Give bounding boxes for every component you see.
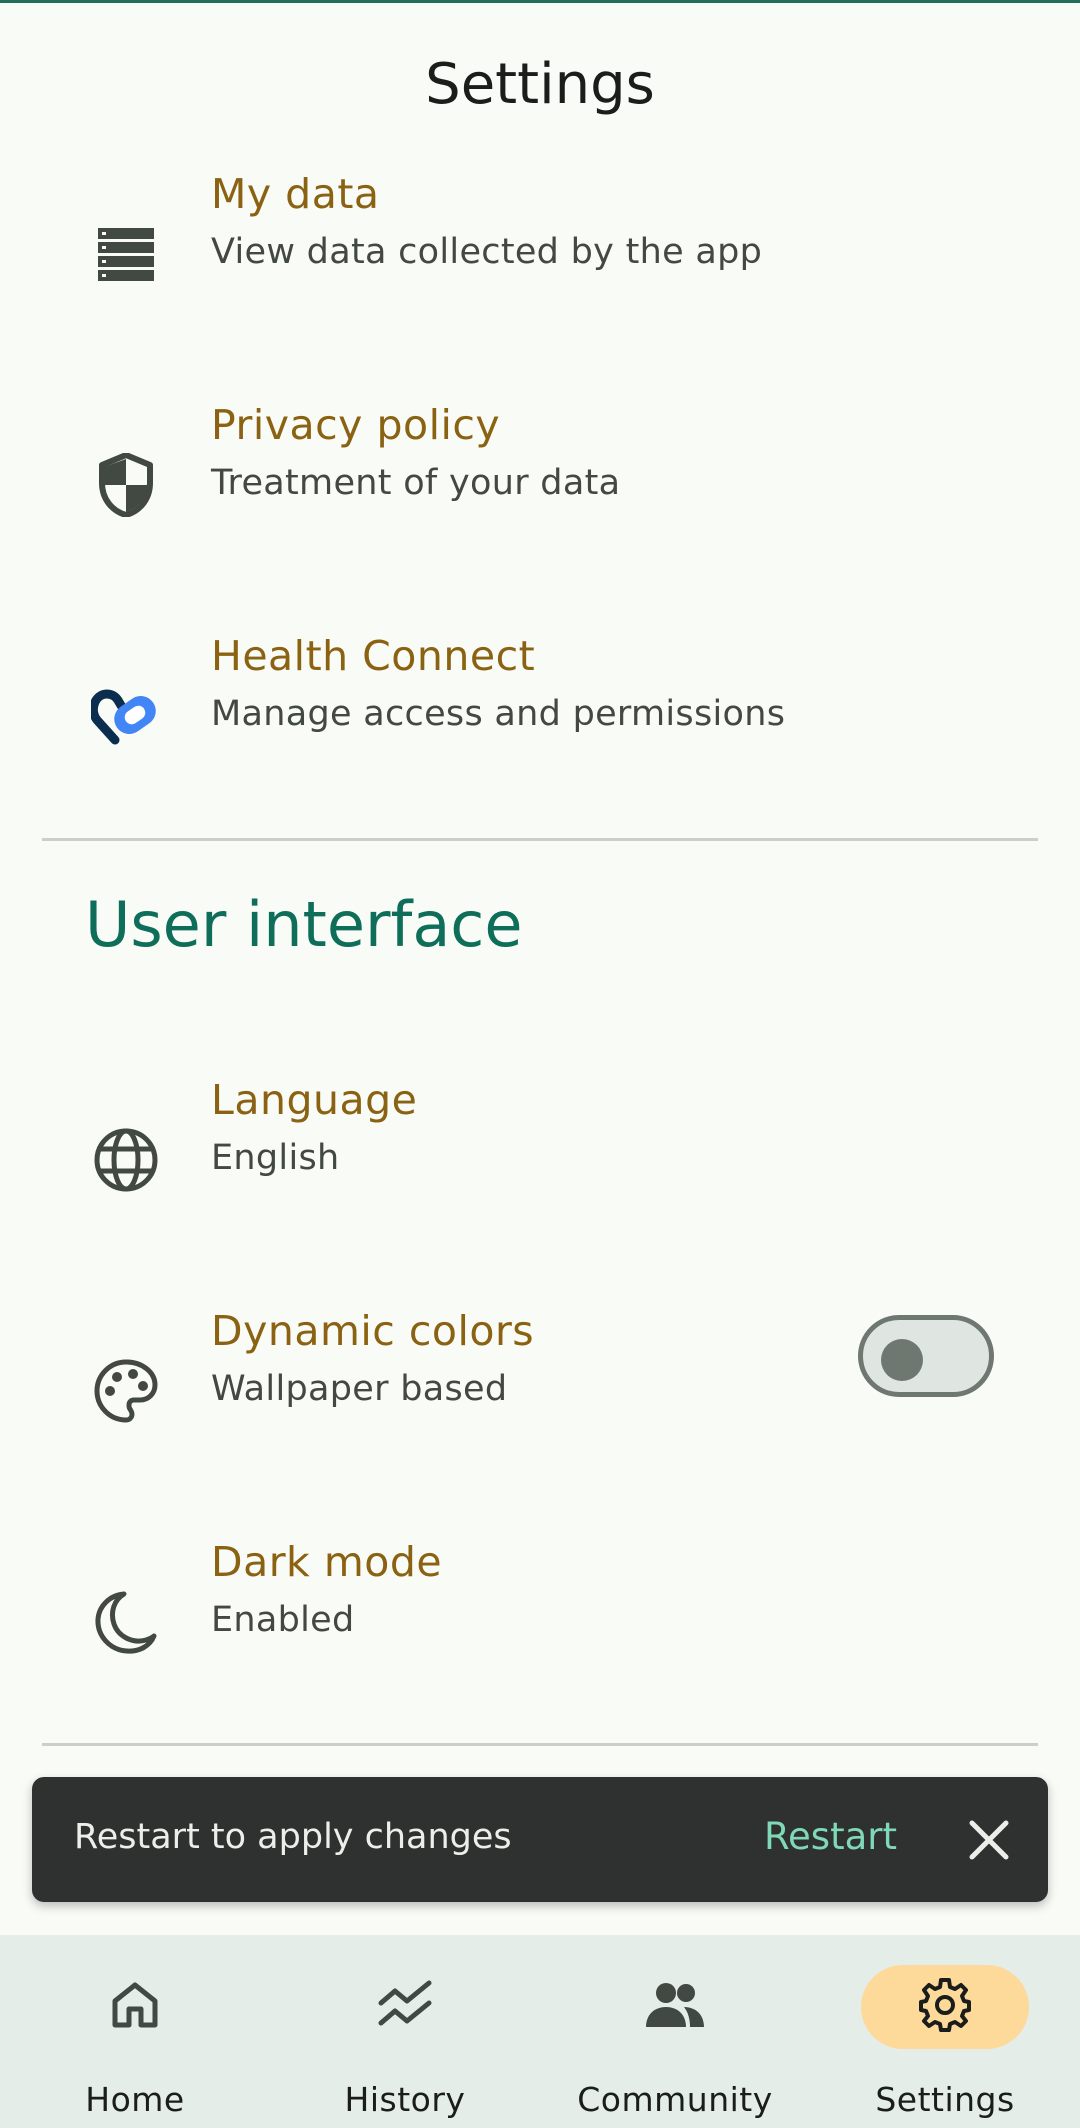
settings-item-label: Privacy policy <box>211 401 501 449</box>
home-icon <box>109 1979 161 2035</box>
storage-icon <box>90 218 162 290</box>
moon-icon <box>90 1586 162 1658</box>
settings-item-subtitle: Treatment of your data <box>211 463 621 503</box>
nav-indicator <box>321 1965 489 2049</box>
settings-item-label: Dark mode <box>211 1538 443 1586</box>
section-title-user-interface: User interface <box>85 888 523 961</box>
toggle-knob <box>881 1339 923 1381</box>
nav-label: Community <box>577 2080 773 2119</box>
nav-indicator <box>51 1965 219 2049</box>
settings-item-label: My data <box>211 170 380 218</box>
nav-label: Settings <box>875 2080 1015 2119</box>
settings-item-language[interactable]: Language English <box>0 1056 1080 1286</box>
bottom-navigation: Home History Community Settings <box>0 1935 1080 2128</box>
health-connect-icon <box>90 680 162 752</box>
nav-item-community[interactable]: Community <box>540 1935 810 2128</box>
people-icon <box>644 1981 706 2033</box>
settings-item-subtitle: English <box>211 1138 340 1178</box>
nav-indicator <box>591 1965 759 2049</box>
nav-label: History <box>344 2080 466 2119</box>
page-title: Settings <box>425 52 655 117</box>
nav-indicator-active <box>861 1965 1029 2049</box>
settings-item-health-connect[interactable]: Health Connect Manage access and permiss… <box>0 612 1080 842</box>
palette-icon <box>90 1355 162 1427</box>
snackbar: Restart to apply changes Restart <box>32 1777 1048 1902</box>
nav-item-home[interactable]: Home <box>0 1935 270 2128</box>
section-divider <box>42 838 1038 841</box>
settings-item-subtitle: Enabled <box>211 1600 355 1640</box>
dynamic-colors-toggle[interactable] <box>858 1315 994 1397</box>
nav-item-settings[interactable]: Settings <box>810 1935 1080 2128</box>
settings-item-subtitle: View data collected by the app <box>211 232 763 272</box>
settings-item-label: Dynamic colors <box>211 1307 535 1355</box>
nav-label: Home <box>85 2080 185 2119</box>
settings-item-label: Health Connect <box>211 632 536 680</box>
gear-icon <box>918 1978 972 2036</box>
restart-button[interactable]: Restart <box>764 1815 897 1858</box>
settings-item-dark-mode[interactable]: Dark mode Enabled <box>0 1518 1080 1748</box>
section-divider <box>42 1743 1038 1746</box>
settings-item-privacy-policy[interactable]: Privacy policy Treatment of your data <box>0 381 1080 611</box>
shield-icon <box>90 449 162 521</box>
close-icon[interactable] <box>962 1813 1016 1867</box>
settings-item-label: Language <box>211 1076 418 1124</box>
globe-icon <box>90 1124 162 1196</box>
snackbar-message: Restart to apply changes <box>74 1817 512 1857</box>
nav-item-history[interactable]: History <box>270 1935 540 2128</box>
top-accent-line <box>0 0 1080 3</box>
settings-screen: Settings My data View data collected by … <box>0 0 1080 2128</box>
history-icon <box>377 1979 433 2035</box>
settings-item-subtitle: Manage access and permissions <box>211 694 786 734</box>
settings-item-subtitle: Wallpaper based <box>211 1369 508 1409</box>
settings-item-my-data[interactable]: My data View data collected by the app <box>0 150 1080 380</box>
